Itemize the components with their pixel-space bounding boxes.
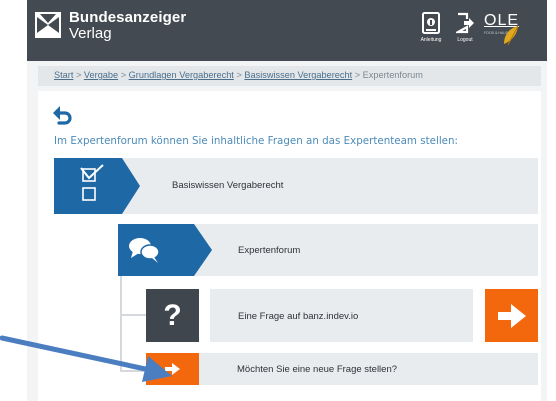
chat-bubbles-icon [129, 238, 160, 263]
bundesanzeiger-logo-icon [35, 12, 61, 38]
checklist-icon [80, 164, 104, 201]
breadcrumb-separator: > [354, 70, 361, 80]
ole-leaf-icon [504, 25, 519, 46]
breadcrumb-separator: > [236, 70, 242, 80]
open-question-button[interactable] [485, 289, 538, 342]
breadcrumb: Start > Vergabe > Grundlagen Vergaberech… [54, 70, 423, 80]
breadcrumb-separator: > [75, 70, 82, 80]
anleitung-button[interactable]: Anleitung [413, 12, 449, 56]
basiswissen-label[interactable]: Basiswissen Vergaberecht [172, 180, 283, 191]
brand-subname: Verlag [69, 25, 112, 42]
logout-icon [456, 12, 474, 34]
anleitung-label: Anleitung [420, 37, 442, 43]
arrow-right-icon [498, 304, 526, 328]
manual-book-icon [422, 12, 440, 34]
logout-button[interactable]: Logout [447, 12, 483, 56]
intro-text: Im Expertenforum können Sie inhaltliche … [54, 135, 459, 147]
breadcrumb-basiswissen[interactable]: Basiswissen Vergaberecht [244, 70, 352, 80]
logout-label: Logout [457, 37, 473, 43]
annotation-arrow-icon [0, 335, 172, 382]
breadcrumb-grundlagen[interactable]: Grundlagen Vergaberecht [129, 70, 234, 80]
breadcrumb-separator: > [120, 70, 127, 80]
frage-label[interactable]: Eine Frage auf banz.indev.io [238, 311, 358, 322]
breadcrumb-vergabe[interactable]: Vergabe [84, 70, 118, 80]
back-arrow-icon[interactable] [52, 104, 74, 126]
breadcrumb-start[interactable]: Start [54, 70, 73, 80]
breadcrumb-current: Expertenforum [362, 70, 423, 80]
neue-frage-label[interactable]: Möchten Sie eine neue Frage stellen? [237, 364, 397, 375]
page: Bundesanzeiger Verlag Anleitung Logout O… [0, 0, 556, 401]
brand-name: Bundesanzeiger [69, 9, 187, 26]
top-header: Bundesanzeiger Verlag Anleitung Logout O… [27, 0, 547, 61]
expertenforum-label[interactable]: Expertenforum [238, 245, 300, 256]
tree-connector [120, 314, 146, 316]
